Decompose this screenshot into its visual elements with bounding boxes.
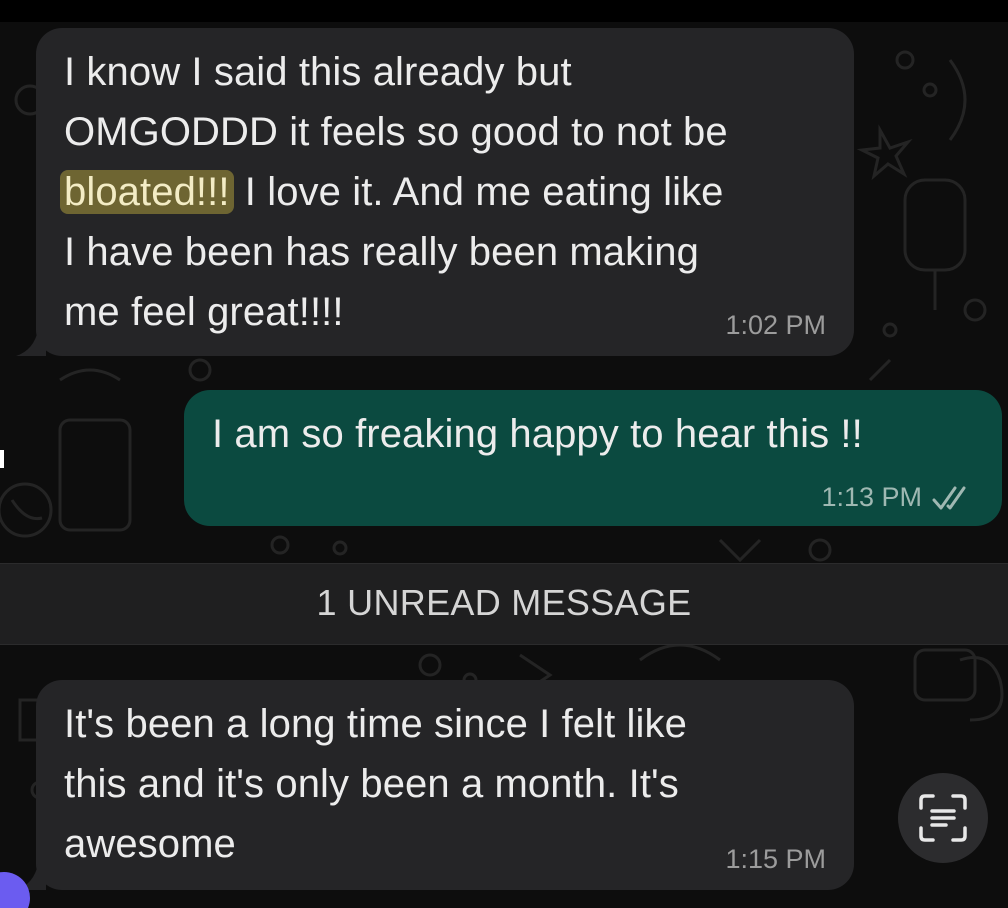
message-timestamp: 1:13 PM (821, 482, 922, 512)
message-bubble-incoming[interactable]: It's been a long time since I felt like … (36, 680, 854, 890)
message-timestamp: 1:02 PM (725, 310, 826, 340)
highlighted-search-match: bloated!!! (60, 170, 234, 214)
message-bubble-outgoing[interactable]: I am so freaking happy to hear this !! 1… (184, 390, 1002, 526)
text-scan-icon (919, 794, 967, 842)
text-scan-button[interactable] (898, 773, 988, 863)
unread-divider: 1 UNREAD MESSAGE (0, 563, 1008, 645)
message-text: I know I said this already but OMGODDD i… (60, 42, 844, 342)
unread-divider-label: 1 UNREAD MESSAGE (316, 582, 692, 623)
read-double-check-icon (932, 486, 966, 510)
message-text: I am so freaking happy to hear this !! (212, 412, 863, 456)
chat-screen: I know I said this already but OMGODDD i… (0, 0, 1008, 908)
bubble-tail (16, 330, 46, 356)
message-timestamp: 1:15 PM (725, 844, 826, 874)
edge-indicator (0, 450, 4, 468)
message-bubble-incoming[interactable]: I know I said this already but OMGODDD i… (36, 28, 854, 356)
